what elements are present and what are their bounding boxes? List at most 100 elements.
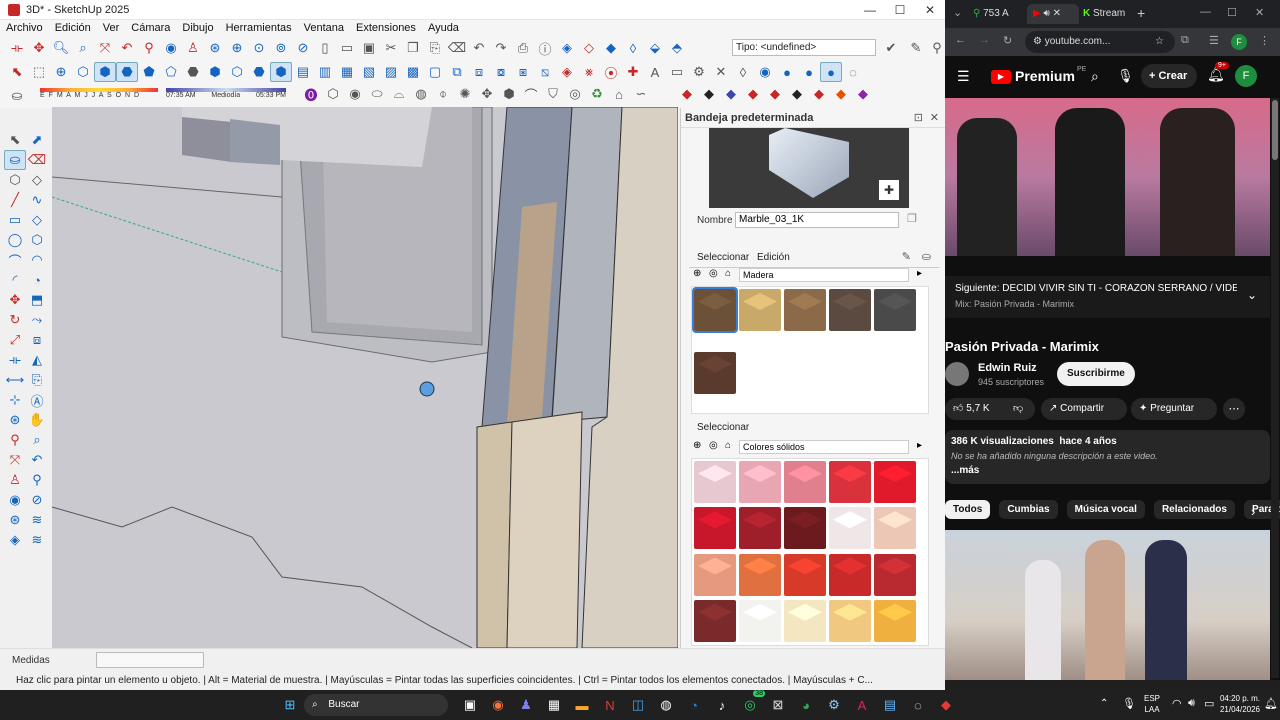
chip-cumbias[interactable]: Cumbias: [999, 500, 1058, 519]
drop-4-icon[interactable]: ●: [798, 62, 820, 82]
close-icon[interactable]: ✕: [915, 0, 945, 20]
zoom-2-icon[interactable]: ⊙: [248, 38, 270, 58]
chrome-icon[interactable]: ◕: [795, 694, 817, 716]
site-info-icon[interactable]: ⚙: [1033, 36, 1042, 47]
wood-swatch[interactable]: [874, 289, 916, 331]
menu-extensiones[interactable]: Extensiones: [350, 20, 422, 36]
house-icon[interactable]: ⌂: [608, 84, 630, 104]
previous-view-icon[interactable]: ↶: [116, 38, 138, 58]
menu-herramientas[interactable]: Herramientas: [220, 20, 298, 36]
browser-minimize-icon[interactable]: —: [1200, 6, 1211, 18]
drop-5-icon[interactable]: ●: [820, 62, 842, 82]
app2-icon[interactable]: ▤: [879, 694, 901, 716]
tray-pin-icon[interactable]: ⊡: [914, 111, 923, 124]
look-around-icon[interactable]: ◉: [160, 38, 182, 58]
redo-icon[interactable]: ↷: [490, 38, 512, 58]
sandbox-3-icon[interactable]: ⧇: [490, 62, 512, 82]
page-scrollbar[interactable]: [1271, 98, 1279, 678]
details-2-icon[interactable]: ◎: [709, 440, 718, 451]
store-icon[interactable]: ▦: [543, 694, 565, 716]
arc-icon[interactable]: ⌒: [520, 84, 542, 104]
clock[interactable]: 04:20 p. m. 21/04/2026: [1208, 693, 1260, 715]
zoom-tool-icon[interactable]: ⚲: [4, 430, 26, 450]
shield-icon[interactable]: ⛉: [542, 84, 564, 104]
browser-maximize-icon[interactable]: ☐: [1227, 6, 1237, 19]
color-swatch[interactable]: [829, 461, 871, 503]
color-swatch[interactable]: [874, 553, 916, 596]
ext-7-icon[interactable]: ◆: [808, 84, 830, 104]
library-next-icon[interactable]: ▸: [917, 268, 922, 279]
select-icon[interactable]: ⬉: [6, 62, 28, 82]
search-icon[interactable]: ⌕: [1091, 68, 1099, 85]
sandbox-1-icon[interactable]: ⧉: [446, 62, 468, 82]
component-icon[interactable]: ⬚: [28, 62, 50, 82]
sandbox-4-icon[interactable]: ⧆: [512, 62, 534, 82]
model-info-icon[interactable]: ⓘ: [534, 38, 556, 58]
add-material-2-icon[interactable]: ⊕: [693, 440, 701, 451]
ext-6-icon[interactable]: ◆: [786, 84, 808, 104]
zoom-extents-2-icon[interactable]: ⊚: [270, 38, 292, 58]
tiktok-icon[interactable]: ♪: [711, 694, 733, 716]
3d-viewport[interactable]: [52, 107, 678, 648]
color-swatch[interactable]: [739, 599, 781, 642]
ext-9-icon[interactable]: ◆: [852, 84, 874, 104]
monochrome-icon[interactable]: ⬣: [182, 62, 204, 82]
pan-tool-icon[interactable]: ✋: [26, 410, 48, 430]
drop-2-icon[interactable]: ◉: [754, 62, 776, 82]
paint-bucket-small-icon[interactable]: ⛀: [6, 86, 28, 106]
ext-3-icon[interactable]: ◆: [720, 84, 742, 104]
wifi-icon[interactable]: ◠: [1172, 697, 1182, 710]
dislike-icon[interactable]: 👎︎: [1013, 398, 1023, 420]
wood-swatch[interactable]: [829, 289, 871, 331]
duplicate-icon[interactable]: ❐: [907, 212, 917, 225]
sandbox-tool-4-icon[interactable]: ≋: [26, 530, 48, 550]
make-component-icon[interactable]: ⬡: [4, 170, 26, 190]
zoom-window-tool-icon[interactable]: ⌕: [26, 430, 48, 450]
tray-overflow-icon[interactable]: ⌃: [1100, 698, 1108, 709]
warehouse-4-icon[interactable]: ▧: [358, 62, 380, 82]
warehouse-6-icon[interactable]: ▩: [402, 62, 424, 82]
tab-youtube[interactable]: ▶ 🔊︎ ✕: [1027, 4, 1079, 24]
explorer-icon[interactable]: ▬: [571, 694, 593, 716]
color-swatch[interactable]: [694, 553, 736, 596]
forward-icon[interactable]: →: [979, 34, 990, 46]
ext-2-icon[interactable]: ◆: [698, 84, 720, 104]
wood-swatch[interactable]: [784, 289, 826, 331]
netflix-icon[interactable]: N: [599, 694, 621, 716]
tray-close-icon[interactable]: ✕: [930, 111, 939, 124]
description-box[interactable]: 386 K visualizaciones hace 4 años No se …: [945, 430, 1270, 484]
channel-name[interactable]: Edwin Ruiz: [978, 362, 1037, 374]
reload-icon[interactable]: ↻: [1003, 34, 1012, 47]
sandbox-tool-2-icon[interactable]: ≋: [26, 510, 48, 530]
follow-me-icon[interactable]: ⤳: [26, 310, 48, 330]
wireframe-icon[interactable]: ⬢: [94, 62, 116, 82]
tag-icon[interactable]: ◇: [26, 170, 48, 190]
menu-edicion[interactable]: Edición: [49, 20, 97, 36]
settings-icon[interactable]: ⚙: [688, 62, 710, 82]
back-view-icon[interactable]: ⬙: [644, 38, 666, 58]
new-tab-icon[interactable]: +: [1137, 5, 1145, 21]
chip-relacionados[interactable]: Relacionados: [1153, 500, 1235, 519]
home-2-icon[interactable]: ⌂: [725, 440, 731, 451]
circle-icon[interactable]: ◉: [344, 84, 366, 104]
wood-swatch[interactable]: [692, 287, 738, 333]
menu-camara[interactable]: Cámara: [125, 20, 176, 36]
bookmark-icon[interactable]: ☆: [1155, 31, 1164, 53]
left-view-icon[interactable]: ⬘: [666, 38, 688, 58]
hamburger-icon[interactable]: ☰: [957, 68, 970, 85]
menu-ventana[interactable]: Ventana: [298, 20, 350, 36]
solid-1-icon[interactable]: ◈: [556, 62, 578, 82]
xray-icon[interactable]: ⊕: [50, 62, 72, 82]
color-swatch[interactable]: [784, 461, 826, 503]
horizontal-scrollbar[interactable]: [945, 680, 1280, 690]
color-swatch[interactable]: [829, 553, 871, 596]
solid-4-icon[interactable]: ✚: [622, 62, 644, 82]
move-tool-icon[interactable]: ✥: [4, 290, 26, 310]
profile-icon[interactable]: ⓿: [300, 84, 322, 104]
color-swatch[interactable]: [829, 507, 871, 550]
share-button[interactable]: ↗ Compartir: [1041, 398, 1127, 420]
maximize-icon[interactable]: ☐: [885, 0, 915, 20]
color-swatch[interactable]: [739, 553, 781, 596]
ext-4-icon[interactable]: ◆: [742, 84, 764, 104]
minimize-icon[interactable]: —: [855, 0, 885, 20]
